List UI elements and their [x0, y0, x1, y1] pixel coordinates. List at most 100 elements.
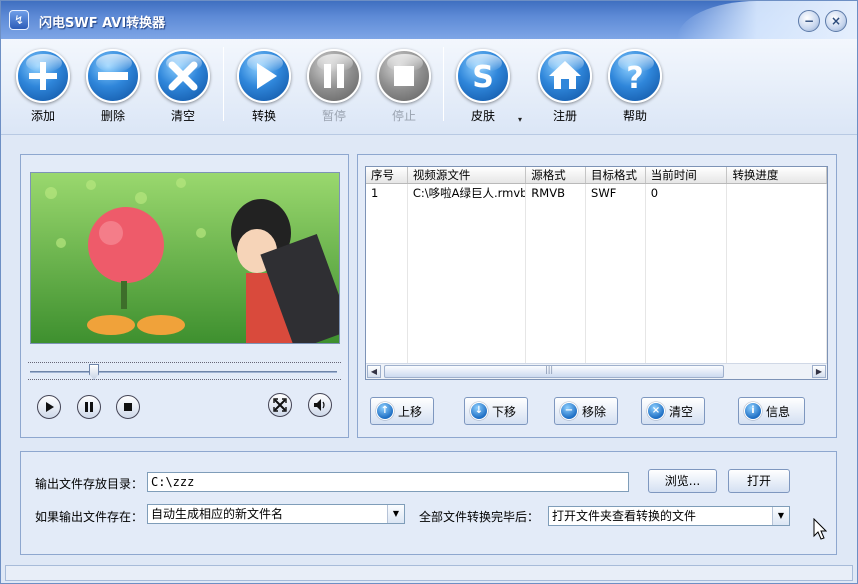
player-pause-button[interactable] — [77, 395, 101, 419]
window-title: 闪电SWF AVI转换器 — [39, 16, 166, 31]
column-header-target-format[interactable]: 目标格式 — [586, 167, 646, 183]
minus-icon: − — [560, 402, 578, 420]
convert-button[interactable]: 转换 — [234, 49, 294, 124]
help-label: 帮助 — [622, 109, 647, 123]
volume-button[interactable] — [308, 393, 332, 417]
question-icon: ? — [608, 49, 662, 103]
dropdown-arrow-icon[interactable]: ▼ — [772, 507, 789, 525]
stop-label: 停止 — [391, 109, 416, 123]
skin-label: 皮肤 — [470, 109, 495, 123]
help-button[interactable]: ? 帮助 — [605, 49, 665, 124]
move-down-button[interactable]: ↓ 下移 — [464, 397, 528, 425]
stop-icon — [124, 403, 132, 411]
remove-button[interactable]: − 移除 — [554, 397, 618, 425]
arrow-down-icon: ↓ — [470, 402, 488, 420]
cell-current-time: 0 — [646, 184, 728, 203]
seek-slider[interactable] — [28, 362, 341, 380]
move-up-button[interactable]: ↑ 上移 — [370, 397, 434, 425]
output-dir-label: 输出文件存放目录： — [35, 477, 144, 491]
dropdown-arrow-icon[interactable]: ▼ — [387, 505, 404, 523]
file-table[interactable]: 序号 视频源文件 源格式 目标格式 当前时间 转换进度 1 C:\哆啦A绿巨人.… — [365, 166, 828, 380]
clear-label: 清空 — [170, 109, 195, 123]
minus-icon — [86, 49, 140, 103]
minimize-button[interactable]: − — [798, 10, 820, 32]
preview-panel — [20, 154, 349, 438]
pause-label: 暂停 — [321, 109, 346, 123]
column-header-progress[interactable]: 转换进度 — [727, 167, 827, 183]
info-button[interactable]: i 信息 — [738, 397, 805, 425]
seek-thumb[interactable] — [89, 364, 99, 380]
column-header-source-format[interactable]: 源格式 — [526, 167, 587, 183]
convert-label: 转换 — [251, 109, 276, 123]
pause-button[interactable]: 暂停 — [304, 49, 364, 124]
home-icon — [538, 49, 592, 103]
info-icon: i — [744, 402, 762, 420]
app-logo-icon: ↯ — [9, 10, 29, 30]
table-gridlines — [366, 184, 827, 363]
x-icon: × — [647, 402, 665, 420]
seek-track — [30, 371, 337, 373]
scroll-thumb[interactable]: ||| — [384, 365, 724, 378]
if-exists-value: 自动生成相应的新文件名 — [151, 507, 284, 521]
pause-icon — [85, 402, 93, 412]
open-folder-button[interactable]: 打开 — [728, 469, 790, 493]
file-list-panel: 序号 视频源文件 源格式 目标格式 当前时间 转换进度 1 C:\哆啦A绿巨人.… — [357, 154, 837, 438]
column-header-index[interactable]: 序号 — [366, 167, 408, 183]
play-icon — [46, 402, 54, 412]
cell-target-format: SWF — [586, 184, 646, 203]
cell-source: C:\哆啦A绿巨人.rmvb — [408, 184, 527, 203]
remove-label: 移除 — [582, 404, 607, 419]
info-label: 信息 — [766, 404, 791, 419]
after-all-value: 打开文件夹查看转换的文件 — [552, 509, 697, 523]
delete-label: 删除 — [100, 109, 125, 123]
status-bar — [5, 565, 853, 581]
plus-icon — [16, 49, 70, 103]
browse-button[interactable]: 浏览... — [648, 469, 717, 493]
after-all-select[interactable]: 打开文件夹查看转换的文件 ▼ — [548, 506, 790, 526]
player-play-button[interactable] — [37, 395, 61, 419]
add-label: 添加 — [30, 109, 55, 123]
play-icon — [237, 49, 291, 103]
skin-s-icon: S — [456, 49, 510, 103]
skin-dropdown-arrow[interactable]: ▾ — [518, 115, 522, 124]
table-header: 序号 视频源文件 源格式 目标格式 当前时间 转换进度 — [366, 167, 827, 184]
video-preview — [30, 172, 340, 344]
close-button[interactable]: × — [825, 10, 847, 32]
column-header-source[interactable]: 视频源文件 — [408, 167, 527, 183]
scroll-right-button[interactable]: ▶ — [812, 365, 826, 378]
stop-button[interactable]: 停止 — [374, 49, 434, 124]
output-dir-input[interactable]: C:\zzz — [147, 472, 629, 492]
if-exists-label: 如果输出文件存在： — [35, 510, 144, 524]
register-label: 注册 — [552, 109, 577, 123]
player-stop-button[interactable] — [116, 395, 140, 419]
if-exists-select[interactable]: 自动生成相应的新文件名 ▼ — [147, 504, 405, 524]
clear-list-button[interactable]: × 清空 — [641, 397, 705, 425]
scroll-left-button[interactable]: ◀ — [367, 365, 381, 378]
svg-text:S: S — [472, 60, 494, 95]
clear-button[interactable]: 清空 — [153, 49, 213, 124]
toolbar-separator — [443, 47, 444, 121]
scroll-grip: ||| — [545, 365, 554, 374]
output-settings-panel: 输出文件存放目录： C:\zzz 浏览... 打开 如果输出文件存在： 自动生成… — [20, 451, 837, 555]
fullscreen-icon — [273, 398, 287, 412]
column-header-current-time[interactable]: 当前时间 — [646, 167, 728, 183]
cell-source-format: RMVB — [526, 184, 587, 203]
title-bar[interactable]: ↯ 闪电SWF AVI转换器 − × — [1, 1, 857, 39]
skin-button[interactable]: S 皮肤 — [453, 49, 513, 124]
move-down-label: 下移 — [492, 404, 517, 419]
app-window: ↯ 闪电SWF AVI转换器 − × 添加 删除 清空 转换 暂停 停止 S 皮… — [0, 0, 858, 584]
horizontal-scrollbar[interactable]: ◀ ||| ▶ — [366, 363, 827, 379]
pause-icon — [307, 49, 361, 103]
after-all-label: 全部文件转换完毕后： — [419, 510, 540, 524]
fullscreen-button[interactable] — [268, 393, 292, 417]
cell-progress — [727, 184, 827, 203]
add-button[interactable]: 添加 — [13, 49, 73, 124]
table-row[interactable]: 1 C:\哆啦A绿巨人.rmvb RMVB SWF 0 — [366, 184, 827, 203]
register-button[interactable]: 注册 — [535, 49, 595, 124]
delete-button[interactable]: 删除 — [83, 49, 143, 124]
arrow-up-icon: ↑ — [376, 402, 394, 420]
toolbar-separator — [223, 47, 224, 121]
stop-icon — [377, 49, 431, 103]
speaker-icon — [314, 399, 325, 411]
cell-index: 1 — [366, 184, 408, 203]
